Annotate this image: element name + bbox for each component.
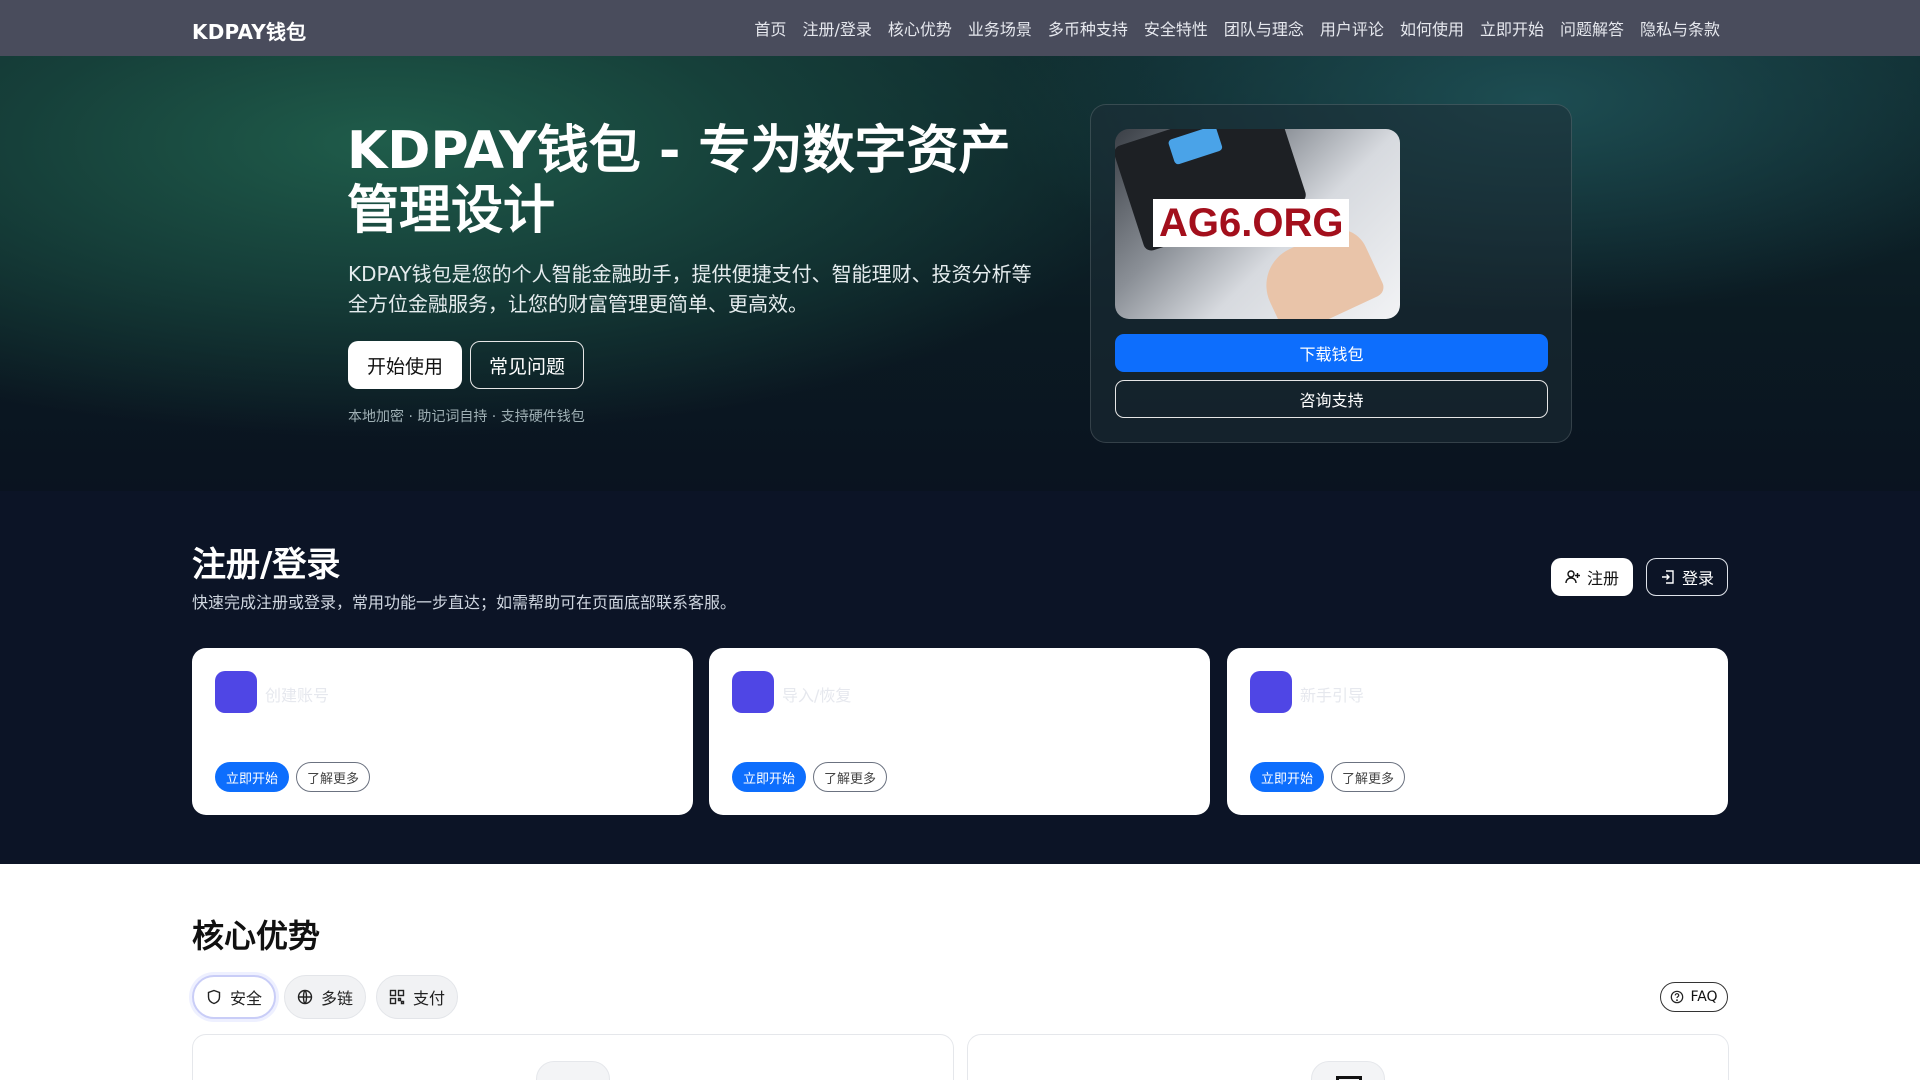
promo-image[interactable]: AG6.ORG xyxy=(1115,129,1400,319)
nav-link-home[interactable]: 首页 xyxy=(754,16,786,40)
card-learn-more-button[interactable]: 了解更多 xyxy=(813,762,887,792)
brand-logo[interactable]: KDPAY钱包 xyxy=(192,16,306,45)
card-start-button[interactable]: 立即开始 xyxy=(732,762,806,792)
shield-icon xyxy=(206,989,222,1005)
section-subtitle: 快速完成注册或登录，常用功能一步直达；如需帮助可在页面底部联系客服。 xyxy=(192,593,737,612)
hero-feature-note: 本地加密 · 助记词自持 · 支持硬件钱包 xyxy=(348,409,585,425)
login-icon xyxy=(1660,569,1676,585)
nav-link-how-to-use[interactable]: 如何使用 xyxy=(1400,16,1464,40)
top-navbar: KDPAY钱包 首页 注册/登录 核心优势 业务场景 多币种支持 安全特性 团队… xyxy=(0,0,1920,56)
login-button[interactable]: 登录 xyxy=(1646,558,1728,596)
nav-link-privacy[interactable]: 隐私与条款 xyxy=(1640,16,1720,40)
card-icon xyxy=(732,671,774,713)
nav-link-scenarios[interactable]: 业务场景 xyxy=(968,16,1032,40)
hero-title: KDPAY钱包 - 专为数字资产管理设计 xyxy=(347,121,1011,241)
card-learn-more-button[interactable]: 了解更多 xyxy=(1331,762,1405,792)
nav-link-advantages[interactable]: 核心优势 xyxy=(888,16,952,40)
section-title: 注册/登录 xyxy=(192,545,341,585)
faq-button[interactable]: 常见问题 xyxy=(470,341,584,389)
signup-button[interactable]: 注册 xyxy=(1551,558,1633,596)
shield-icon xyxy=(536,1061,610,1080)
create-account-card: 创建账号 立即开始 了解更多 xyxy=(192,648,693,815)
signup-label: 注册 xyxy=(1586,569,1619,588)
nav-link-security[interactable]: 安全特性 xyxy=(1144,16,1208,40)
beginner-guide-card: 新手引导 立即开始 了解更多 xyxy=(1227,648,1728,815)
card-start-button[interactable]: 立即开始 xyxy=(215,762,289,792)
nav-link-reviews[interactable]: 用户评论 xyxy=(1320,16,1384,40)
tab-multichain[interactable]: 多链 xyxy=(284,975,367,1019)
user-plus-icon xyxy=(1565,569,1581,585)
nav-link-faq[interactable]: 问题解答 xyxy=(1560,16,1624,40)
card-icon xyxy=(1311,1061,1385,1080)
nav-link-get-started[interactable]: 立即开始 xyxy=(1480,16,1544,40)
card-title: 新手引导 xyxy=(1300,686,1365,705)
nav-links: 首页 注册/登录 核心优势 业务场景 多币种支持 安全特性 团队与理念 用户评论… xyxy=(754,16,1720,40)
hero-description: KDPAY钱包是您的个人智能金融助手，提供便捷支付、智能理财、投资分析等全方位金… xyxy=(348,262,1032,316)
nav-link-register-login[interactable]: 注册/登录 xyxy=(802,16,871,40)
hero-section: KDPAY钱包 - 专为数字资产管理设计 KDPAY钱包是您的个人智能金融助手，… xyxy=(0,56,1920,491)
tab-label: 支付 xyxy=(413,989,446,1008)
start-using-button[interactable]: 开始使用 xyxy=(348,341,462,389)
tab-payment[interactable]: 支付 xyxy=(376,975,459,1019)
square-icon xyxy=(1336,1076,1362,1080)
card-start-button[interactable]: 立即开始 xyxy=(1250,762,1324,792)
tab-label: 安全 xyxy=(230,989,263,1008)
advantage-card xyxy=(967,1034,1729,1080)
globe-icon xyxy=(297,989,313,1005)
help-circle-icon xyxy=(1670,990,1684,1004)
card-title: 创建账号 xyxy=(265,686,330,705)
tab-security[interactable]: 安全 xyxy=(192,975,277,1019)
card-reader-screen xyxy=(1167,129,1224,166)
promo-watermark-text: AG6.ORG xyxy=(1153,199,1350,247)
advantage-card xyxy=(192,1034,954,1080)
consult-support-button[interactable]: 咨询支持 xyxy=(1115,380,1548,418)
faq-label: FAQ xyxy=(1690,989,1718,1005)
card-learn-more-button[interactable]: 了解更多 xyxy=(296,762,370,792)
download-wallet-button[interactable]: 下载钱包 xyxy=(1115,334,1548,372)
import-restore-card: 导入/恢复 立即开始 了解更多 xyxy=(709,648,1210,815)
nav-link-team[interactable]: 团队与理念 xyxy=(1224,16,1304,40)
card-title: 导入/恢复 xyxy=(782,686,852,705)
card-icon xyxy=(1250,671,1292,713)
tab-label: 多链 xyxy=(321,989,354,1008)
faq-link-button[interactable]: FAQ xyxy=(1660,982,1728,1012)
register-login-section: 注册/登录 快速完成注册或登录，常用功能一步直达；如需帮助可在页面底部联系客服。… xyxy=(0,491,1920,864)
login-label: 登录 xyxy=(1681,569,1714,588)
card-icon xyxy=(215,671,257,713)
nav-link-multi-currency[interactable]: 多币种支持 xyxy=(1048,16,1128,40)
qr-code-icon xyxy=(389,989,405,1005)
download-card: AG6.ORG 下载钱包 咨询支持 xyxy=(1090,104,1572,443)
advantages-title: 核心优势 xyxy=(192,917,321,955)
